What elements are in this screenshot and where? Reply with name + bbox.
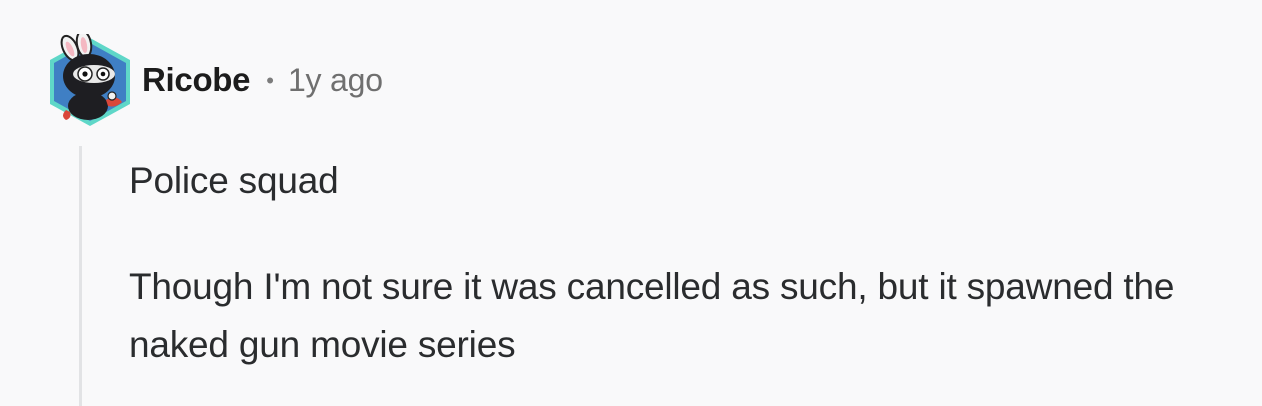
thread-collapse-line[interactable] [79,146,82,406]
comment-meta: Ricobe • 1y ago [142,58,383,102]
comment-body: Police squad Though I'm not sure it was … [129,152,1239,374]
author-name[interactable]: Ricobe [142,61,251,99]
ninja-bunny-avatar-icon [50,34,130,126]
meta-separator: • [266,68,274,93]
comment-timestamp[interactable]: 1y ago [288,62,383,99]
comment-paragraph: Police squad [129,160,339,201]
comment: Ricobe • 1y ago Police squad Though I'm … [0,0,1262,406]
user-avatar-icon[interactable] [42,34,138,130]
comment-paragraph: Though I'm not sure it was cancelled as … [129,266,1175,365]
